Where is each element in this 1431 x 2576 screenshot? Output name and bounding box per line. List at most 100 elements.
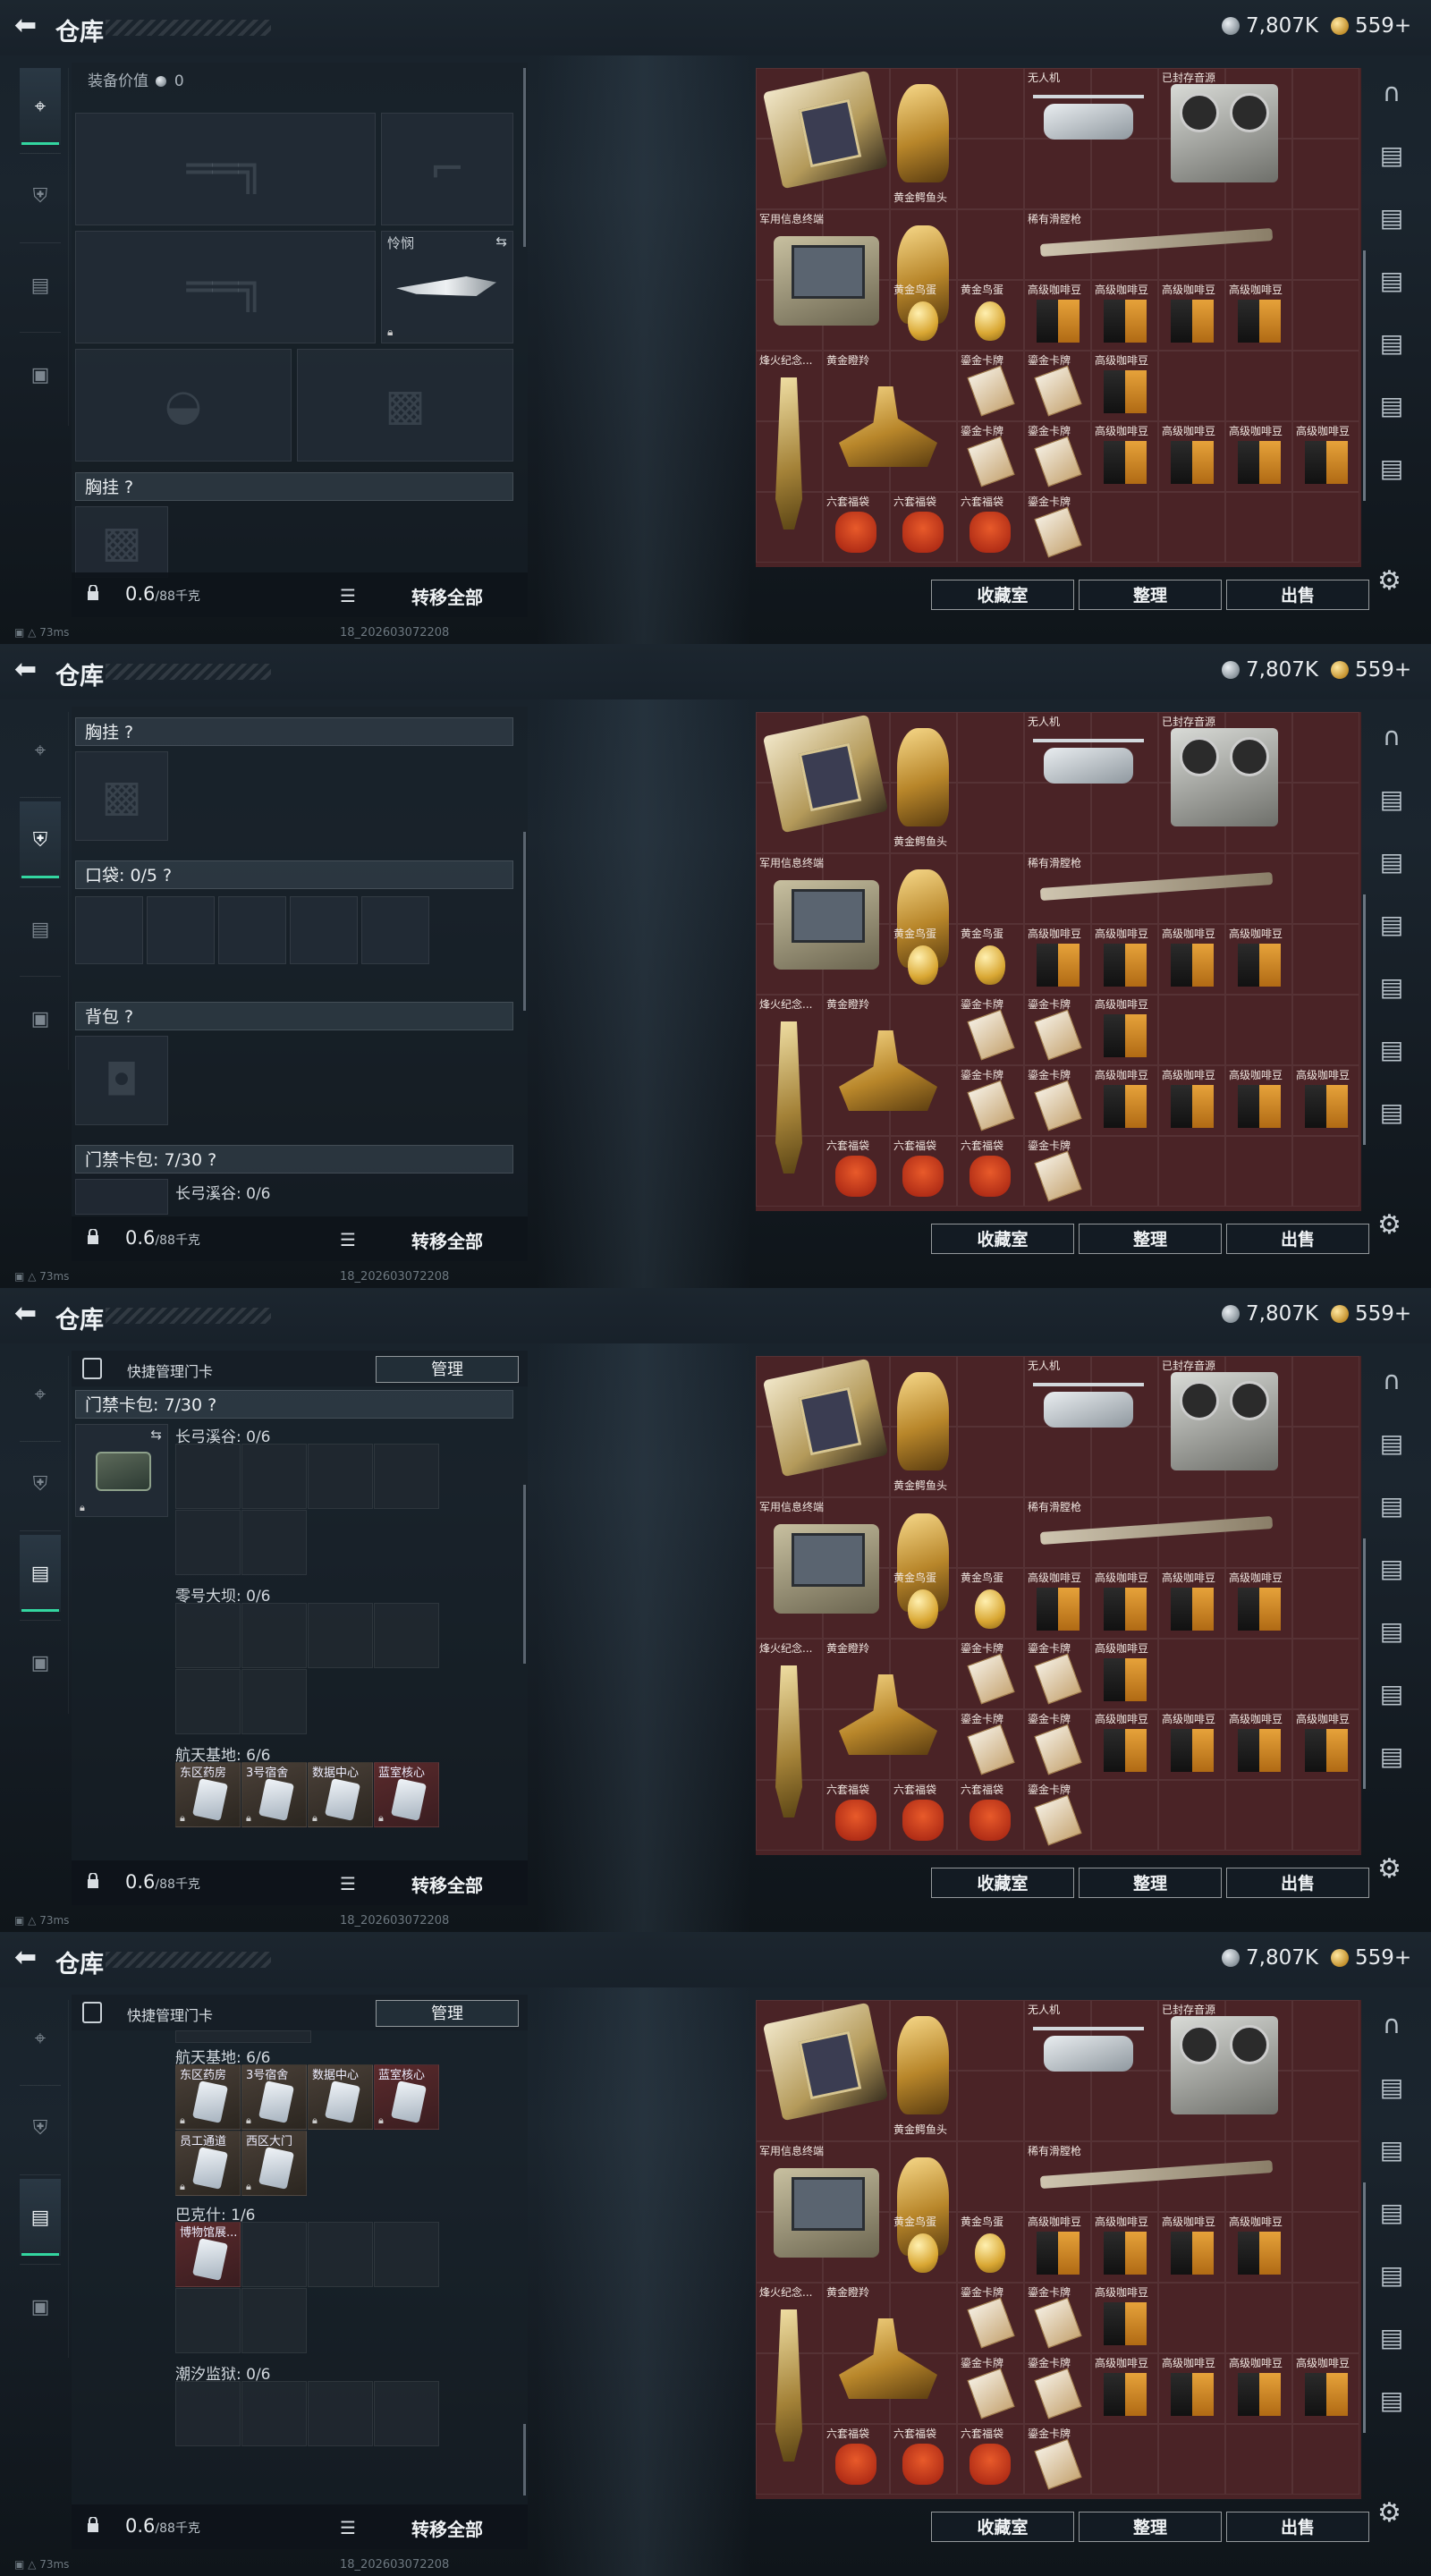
keycard-item[interactable]: 3号宿舍 🔒︎ [241,2064,307,2130]
rare-musket[interactable]: 稀有滑膛枪 [1024,2141,1292,2212]
vault-scrollbar[interactable] [1363,894,1366,1145]
transfer-all-button[interactable]: 转移全部 [411,583,483,609]
golden-egg[interactable]: 黄金鸟蛋 [890,1568,957,1639]
card-slot[interactable] [374,2222,439,2287]
chest-rig-header[interactable]: 胸挂 ? [75,472,513,501]
gold-leaf-card[interactable]: 鎏金卡牌 [1024,1136,1091,1207]
back-arrow-icon[interactable]: ⬅ [14,657,41,683]
vault-scrollbar[interactable] [1363,1538,1366,1789]
nav-keycard-tab[interactable]: ▤ [20,891,61,968]
arch-icon[interactable]: ∩ [1374,1363,1410,1399]
card-slot[interactable] [241,1603,307,1668]
gold-leaf-card[interactable]: 鎏金卡牌 [1024,2424,1091,2495]
drone[interactable]: 无人机 [1024,712,1158,853]
gold-leaf-card[interactable]: 鎏金卡牌 [957,351,1024,421]
lucky-bag[interactable]: 六套福袋 [957,492,1024,563]
lucky-bag[interactable]: 六套福袋 [823,1780,890,1851]
keycard-item[interactable]: 博物馆展... [175,2222,241,2287]
golden-egg[interactable]: 黄金鸟蛋 [957,1568,1024,1639]
intel-briefcase[interactable] [756,2000,890,2141]
golden-antelope[interactable]: 黄金瞪羚 [823,1639,957,1780]
nav-weapons-tab[interactable]: ⌖ [20,1356,61,1433]
golden-egg[interactable]: 黄金鸟蛋 [890,280,957,351]
golden-croc-head[interactable]: 黄金鳄鱼头 [890,68,957,209]
lucky-bag[interactable]: 六套福袋 [890,1780,957,1851]
gear-icon[interactable]: ⚙ [1377,1853,1401,1885]
gti-icon[interactable]: ▤ [1374,1614,1410,1649]
nav-keycard-tab[interactable]: ▤ [20,2179,61,2256]
coffee-beans[interactable]: 高级咖啡豆 [1225,2353,1292,2424]
intel-briefcase[interactable] [756,68,890,209]
coffee-beans[interactable]: 高级咖啡豆 [1091,2283,1158,2353]
gti-icon[interactable]: ▤ [1374,1739,1410,1775]
golden-antelope[interactable]: 黄金瞪羚 [823,351,957,492]
vault-scrollbar[interactable] [1363,2182,1366,2433]
lucky-bag[interactable]: 六套福袋 [823,1136,890,1207]
intel-briefcase[interactable] [756,1356,890,1497]
pocket-slot[interactable] [290,896,358,964]
sell-button[interactable]: 出售 [1226,2512,1369,2542]
nav-case-tab[interactable]: ▣ [20,980,61,1057]
card-slot[interactable] [241,1669,307,1734]
nav-keycard-tab[interactable]: ▤ [20,247,61,324]
keycard-item[interactable]: 东区药房 🔒︎ [175,2064,241,2130]
keycard-case-slot[interactable] [75,1179,168,1215]
gold-leaf-card[interactable]: 鎏金卡牌 [1024,1639,1091,1709]
lucky-bag[interactable]: 六套福袋 [890,492,957,563]
gti-icon[interactable]: ▤ [1374,782,1410,818]
gti-icon[interactable]: ▤ [1374,326,1410,361]
nav-armor-tab[interactable]: ⛨ [20,1445,61,1522]
transfer-all-button[interactable]: 转移全部 [411,2515,483,2541]
coffee-beans[interactable]: 高级咖啡豆 [1292,1709,1359,1780]
gti-icon[interactable]: ▤ [1374,970,1410,1005]
card-slot[interactable] [308,1603,373,1668]
gold-leaf-card[interactable]: 鎏金卡牌 [957,2353,1024,2424]
golden-croc-head[interactable]: 黄金鳄鱼头 [890,1356,957,1497]
card-slot[interactable] [175,1603,241,1668]
card-slot[interactable] [241,1444,307,1509]
pocket-slot[interactable] [75,896,143,964]
military-terminal[interactable]: 军用信息终端 [756,1497,890,1639]
rare-musket[interactable]: 稀有滑膛枪 [1024,209,1292,280]
memorial-trophy[interactable]: 烽火纪念... [756,1639,823,1851]
gti-icon[interactable]: ▤ [1374,2320,1410,2356]
coffee-beans[interactable]: 高级咖啡豆 [1091,1065,1158,1136]
list-icon[interactable]: ☰ [340,585,356,606]
keycard-item[interactable]: 3号宿舍 🔒︎ [241,1762,307,1827]
manage-button[interactable]: 管理 [376,2000,519,2027]
keycard-item[interactable]: 员工通道 🔒︎ [175,2131,241,2196]
coffee-beans[interactable]: 高级咖啡豆 [1158,924,1225,995]
gold-currency[interactable]: 559+ [1331,1302,1411,1326]
lucky-bag[interactable]: 六套福袋 [890,2424,957,2495]
coffee-beans[interactable]: 高级咖啡豆 [1292,421,1359,492]
card-slot[interactable] [374,1444,439,1509]
memorial-trophy[interactable]: 烽火纪念... [756,995,823,1207]
golden-croc-head[interactable]: 黄金鳄鱼头 [890,712,957,853]
back-arrow-icon[interactable]: ⬅ [14,13,41,39]
chest-rig-header[interactable]: 胸挂 ? [75,717,513,746]
coffee-beans[interactable]: 高级咖啡豆 [1158,2353,1225,2424]
gold-leaf-card[interactable]: 鎏金卡牌 [1024,2353,1091,2424]
melee-slot[interactable]: 怜悯 ⇆ 🔒︎ [381,231,513,343]
gear-icon[interactable]: ⚙ [1377,565,1401,597]
gold-leaf-card[interactable]: 鎏金卡牌 [957,2283,1024,2353]
gold-leaf-card[interactable]: 鎏金卡牌 [957,1065,1024,1136]
nav-case-tab[interactable]: ▣ [20,1624,61,1701]
nav-armor-tab[interactable]: ⛨ [20,157,61,234]
gold-leaf-card[interactable]: 鎏金卡牌 [1024,1065,1091,1136]
golden-antelope[interactable]: 黄金瞪羚 [823,995,957,1136]
gold-leaf-card[interactable]: 鎏金卡牌 [1024,2283,1091,2353]
coffee-beans[interactable]: 高级咖啡豆 [1091,2353,1158,2424]
secondary-weapon-slot[interactable]: ══╗ [75,231,376,343]
nav-weapons-tab[interactable]: ⌖ [20,68,61,145]
coffee-beans[interactable]: 高级咖啡豆 [1158,1709,1225,1780]
gear-icon[interactable]: ⚙ [1377,2497,1401,2529]
sidearm-slot[interactable]: ⌐ [381,113,513,225]
coffee-beans[interactable]: 高级咖啡豆 [1225,2212,1292,2283]
pocket-slot[interactable] [147,896,215,964]
memorial-trophy[interactable]: 烽火纪念... [756,351,823,563]
keycard-item[interactable]: 蓝室核心 🔒︎ [374,2064,439,2130]
coffee-beans[interactable]: 高级咖啡豆 [1225,421,1292,492]
coffee-beans[interactable]: 高级咖啡豆 [1091,2212,1158,2283]
gold-leaf-card[interactable]: 鎏金卡牌 [1024,421,1091,492]
